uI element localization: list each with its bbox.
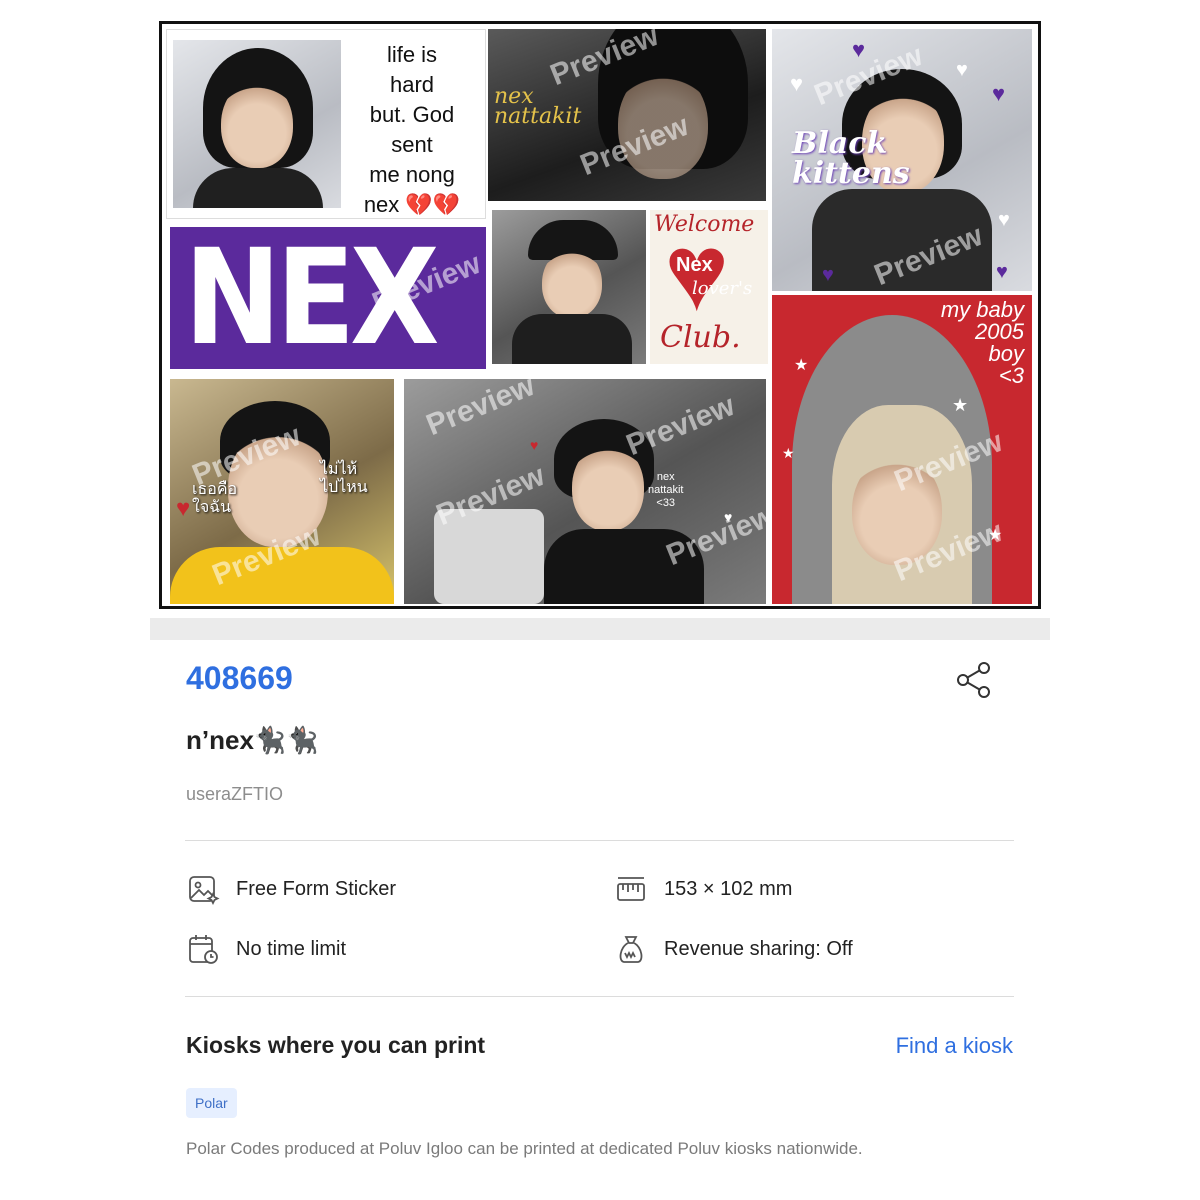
divider-top	[185, 840, 1014, 841]
spec-time-label: No time limit	[236, 937, 347, 960]
welcome-club-tile: Welcome ♥ Nex lover's Club.	[650, 210, 768, 364]
calendar-clock-icon	[189, 935, 218, 964]
spec-time: No time limit	[186, 932, 346, 966]
quote-text: life is hard but. God sent me nong nex 💔…	[363, 42, 461, 217]
share-icon[interactable]	[954, 660, 994, 700]
preview-bottom-bar	[150, 618, 1050, 640]
my-baby-text: my baby 2005 boy <3	[940, 297, 1024, 388]
ruler-icon	[617, 877, 645, 901]
black-kittens-text: Black kittens	[792, 126, 910, 191]
image-sparkle-icon	[189, 876, 220, 906]
spec-revenue-label: Revenue sharing: Off	[664, 937, 853, 960]
cap-photo-tile	[492, 210, 646, 364]
my-baby-tile: my baby 2005 boy <3 ★ ★ ★ ★ Preview Prev…	[772, 295, 1032, 604]
spec-size: 153 × 102 mm	[614, 872, 792, 906]
portrait-photo	[173, 40, 341, 208]
spec-size-label: 153 × 102 mm	[664, 877, 793, 900]
thai-right-text: ไม่ไห้ ไปไหน	[320, 461, 368, 496]
thai-left-text: เธอคือ ใจฉัน	[192, 481, 238, 516]
preview-watermark: Preview	[421, 379, 540, 443]
product-title: n’nex🐈‍⬛🐈‍⬛	[186, 725, 319, 755]
nex-small-text: nex nattakit <33	[648, 471, 684, 509]
creator-username[interactable]: useraZFTIO	[186, 784, 283, 805]
divider-bottom	[185, 996, 1014, 997]
sticker-preview-image[interactable]: life is hard but. God sent me nong nex 💔…	[159, 21, 1041, 609]
nex-nattakit-script: nex nattakit	[494, 84, 582, 129]
yellow-shirt-tile: เธอคือ ใจฉัน ไม่ไห้ ไปไหน ♥ Preview Prev…	[170, 379, 394, 604]
spec-type-label: Free Form Sticker	[236, 877, 397, 900]
polar-badge: Polar	[186, 1088, 237, 1118]
cafe-photo-tile: nex nattakit <33 ♥ ♥ Preview Preview Pre…	[404, 379, 766, 604]
closeup-tile: nex nattakit Preview Preview	[488, 29, 766, 201]
money-bag-icon	[619, 936, 643, 963]
spec-type: Free Form Sticker	[186, 872, 396, 906]
nex-banner: NEX ! Preview	[170, 221, 486, 529]
spec-revenue: Revenue sharing: Off	[614, 932, 853, 966]
find-kiosk-link[interactable]: Find a kiosk	[896, 1033, 1013, 1059]
product-code: 408669	[186, 660, 293, 696]
quote-tile: life is hard but. God sent me nong nex 💔…	[166, 29, 486, 219]
black-kittens-tile: Black kittens ♥ ♥ ♥ ♥ ♥ ♥ ♥ Preview Prev…	[772, 29, 1032, 291]
kiosk-heading: Kiosks where you can print	[186, 1032, 486, 1058]
kiosk-note: Polar Codes produced at Poluv Igloo can …	[186, 1139, 863, 1158]
